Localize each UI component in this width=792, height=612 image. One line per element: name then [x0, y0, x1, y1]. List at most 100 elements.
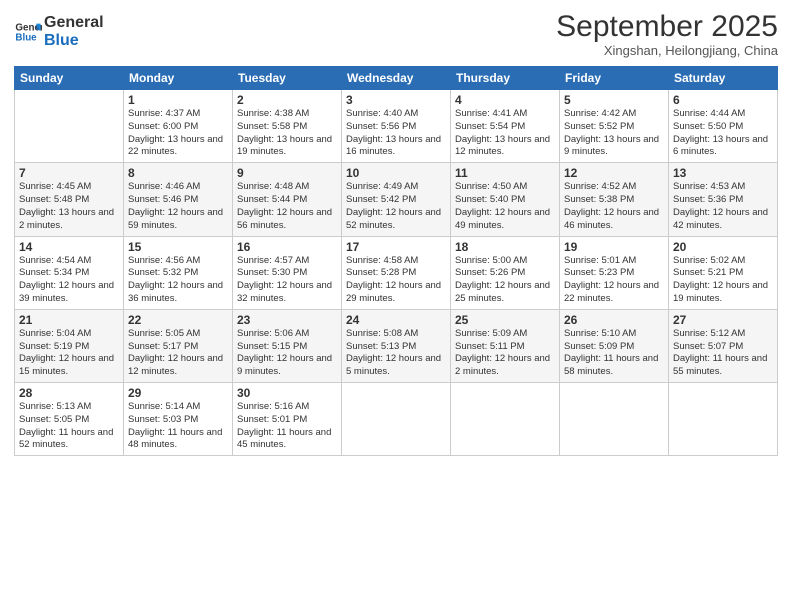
day-info: Sunrise: 4:56 AM Sunset: 5:32 PM Dayligh…	[128, 255, 228, 306]
calendar-cell: 15Sunrise: 4:56 AM Sunset: 5:32 PM Dayli…	[124, 236, 233, 309]
calendar-cell: 13Sunrise: 4:53 AM Sunset: 5:36 PM Dayli…	[669, 163, 778, 236]
svg-text:Blue: Blue	[15, 32, 37, 43]
day-number: 18	[455, 240, 555, 254]
calendar-table: Sunday Monday Tuesday Wednesday Thursday…	[14, 66, 778, 456]
location-subtitle: Xingshan, Heilongjiang, China	[556, 43, 778, 58]
calendar-cell: 19Sunrise: 5:01 AM Sunset: 5:23 PM Dayli…	[560, 236, 669, 309]
day-number: 12	[564, 166, 664, 180]
day-info: Sunrise: 4:45 AM Sunset: 5:48 PM Dayligh…	[19, 181, 119, 232]
header-wednesday: Wednesday	[342, 67, 451, 90]
calendar-cell: 21Sunrise: 5:04 AM Sunset: 5:19 PM Dayli…	[15, 309, 124, 382]
calendar-cell	[342, 383, 451, 456]
day-number: 3	[346, 93, 446, 107]
calendar-cell: 29Sunrise: 5:14 AM Sunset: 5:03 PM Dayli…	[124, 383, 233, 456]
day-number: 14	[19, 240, 119, 254]
header-friday: Friday	[560, 67, 669, 90]
calendar-cell: 28Sunrise: 5:13 AM Sunset: 5:05 PM Dayli…	[15, 383, 124, 456]
calendar-cell: 11Sunrise: 4:50 AM Sunset: 5:40 PM Dayli…	[451, 163, 560, 236]
day-number: 19	[564, 240, 664, 254]
day-info: Sunrise: 5:08 AM Sunset: 5:13 PM Dayligh…	[346, 328, 446, 379]
week-row-3: 14Sunrise: 4:54 AM Sunset: 5:34 PM Dayli…	[15, 236, 778, 309]
calendar-cell: 22Sunrise: 5:05 AM Sunset: 5:17 PM Dayli…	[124, 309, 233, 382]
week-row-4: 21Sunrise: 5:04 AM Sunset: 5:19 PM Dayli…	[15, 309, 778, 382]
day-info: Sunrise: 4:50 AM Sunset: 5:40 PM Dayligh…	[455, 181, 555, 232]
calendar-cell: 14Sunrise: 4:54 AM Sunset: 5:34 PM Dayli…	[15, 236, 124, 309]
week-row-5: 28Sunrise: 5:13 AM Sunset: 5:05 PM Dayli…	[15, 383, 778, 456]
day-info: Sunrise: 4:48 AM Sunset: 5:44 PM Dayligh…	[237, 181, 337, 232]
day-info: Sunrise: 5:06 AM Sunset: 5:15 PM Dayligh…	[237, 328, 337, 379]
header-saturday: Saturday	[669, 67, 778, 90]
day-number: 2	[237, 93, 337, 107]
calendar-cell	[15, 90, 124, 163]
day-number: 7	[19, 166, 119, 180]
calendar-cell	[560, 383, 669, 456]
calendar-cell: 25Sunrise: 5:09 AM Sunset: 5:11 PM Dayli…	[451, 309, 560, 382]
calendar-cell: 26Sunrise: 5:10 AM Sunset: 5:09 PM Dayli…	[560, 309, 669, 382]
day-info: Sunrise: 4:38 AM Sunset: 5:58 PM Dayligh…	[237, 108, 337, 159]
day-number: 26	[564, 313, 664, 327]
day-number: 16	[237, 240, 337, 254]
week-row-1: 1Sunrise: 4:37 AM Sunset: 6:00 PM Daylig…	[15, 90, 778, 163]
calendar-cell: 9Sunrise: 4:48 AM Sunset: 5:44 PM Daylig…	[233, 163, 342, 236]
day-number: 13	[673, 166, 773, 180]
calendar-cell: 17Sunrise: 4:58 AM Sunset: 5:28 PM Dayli…	[342, 236, 451, 309]
day-number: 28	[19, 386, 119, 400]
calendar-cell: 24Sunrise: 5:08 AM Sunset: 5:13 PM Dayli…	[342, 309, 451, 382]
calendar-cell: 23Sunrise: 5:06 AM Sunset: 5:15 PM Dayli…	[233, 309, 342, 382]
day-info: Sunrise: 5:02 AM Sunset: 5:21 PM Dayligh…	[673, 255, 773, 306]
header-tuesday: Tuesday	[233, 67, 342, 90]
day-number: 23	[237, 313, 337, 327]
header-monday: Monday	[124, 67, 233, 90]
calendar-cell: 4Sunrise: 4:41 AM Sunset: 5:54 PM Daylig…	[451, 90, 560, 163]
calendar-cell: 6Sunrise: 4:44 AM Sunset: 5:50 PM Daylig…	[669, 90, 778, 163]
calendar-cell: 8Sunrise: 4:46 AM Sunset: 5:46 PM Daylig…	[124, 163, 233, 236]
day-info: Sunrise: 4:52 AM Sunset: 5:38 PM Dayligh…	[564, 181, 664, 232]
logo: General Blue General Blue	[14, 14, 104, 49]
day-info: Sunrise: 5:09 AM Sunset: 5:11 PM Dayligh…	[455, 328, 555, 379]
calendar-cell	[669, 383, 778, 456]
day-number: 24	[346, 313, 446, 327]
day-number: 10	[346, 166, 446, 180]
day-info: Sunrise: 4:57 AM Sunset: 5:30 PM Dayligh…	[237, 255, 337, 306]
day-number: 6	[673, 93, 773, 107]
logo-line2: Blue	[44, 32, 104, 50]
day-number: 20	[673, 240, 773, 254]
day-info: Sunrise: 5:12 AM Sunset: 5:07 PM Dayligh…	[673, 328, 773, 379]
day-number: 30	[237, 386, 337, 400]
day-info: Sunrise: 4:58 AM Sunset: 5:28 PM Dayligh…	[346, 255, 446, 306]
calendar-cell: 5Sunrise: 4:42 AM Sunset: 5:52 PM Daylig…	[560, 90, 669, 163]
day-number: 8	[128, 166, 228, 180]
calendar-cell: 3Sunrise: 4:40 AM Sunset: 5:56 PM Daylig…	[342, 90, 451, 163]
day-info: Sunrise: 4:49 AM Sunset: 5:42 PM Dayligh…	[346, 181, 446, 232]
page-header: General Blue General Blue September 2025…	[14, 10, 778, 58]
logo-icon: General Blue	[14, 18, 42, 46]
day-info: Sunrise: 4:44 AM Sunset: 5:50 PM Dayligh…	[673, 108, 773, 159]
calendar-cell: 18Sunrise: 5:00 AM Sunset: 5:26 PM Dayli…	[451, 236, 560, 309]
calendar-header-row: Sunday Monday Tuesday Wednesday Thursday…	[15, 67, 778, 90]
day-number: 17	[346, 240, 446, 254]
day-number: 5	[564, 93, 664, 107]
calendar-cell: 20Sunrise: 5:02 AM Sunset: 5:21 PM Dayli…	[669, 236, 778, 309]
month-title: September 2025	[556, 10, 778, 43]
day-number: 1	[128, 93, 228, 107]
day-number: 25	[455, 313, 555, 327]
day-number: 9	[237, 166, 337, 180]
day-number: 22	[128, 313, 228, 327]
day-number: 27	[673, 313, 773, 327]
header-thursday: Thursday	[451, 67, 560, 90]
day-info: Sunrise: 5:16 AM Sunset: 5:01 PM Dayligh…	[237, 401, 337, 452]
day-info: Sunrise: 4:37 AM Sunset: 6:00 PM Dayligh…	[128, 108, 228, 159]
day-number: 11	[455, 166, 555, 180]
day-info: Sunrise: 5:00 AM Sunset: 5:26 PM Dayligh…	[455, 255, 555, 306]
day-number: 15	[128, 240, 228, 254]
title-block: September 2025 Xingshan, Heilongjiang, C…	[556, 10, 778, 58]
day-info: Sunrise: 5:13 AM Sunset: 5:05 PM Dayligh…	[19, 401, 119, 452]
calendar-cell: 1Sunrise: 4:37 AM Sunset: 6:00 PM Daylig…	[124, 90, 233, 163]
header-sunday: Sunday	[15, 67, 124, 90]
day-info: Sunrise: 4:40 AM Sunset: 5:56 PM Dayligh…	[346, 108, 446, 159]
day-number: 21	[19, 313, 119, 327]
calendar-cell: 12Sunrise: 4:52 AM Sunset: 5:38 PM Dayli…	[560, 163, 669, 236]
calendar-cell: 2Sunrise: 4:38 AM Sunset: 5:58 PM Daylig…	[233, 90, 342, 163]
day-number: 4	[455, 93, 555, 107]
day-info: Sunrise: 5:05 AM Sunset: 5:17 PM Dayligh…	[128, 328, 228, 379]
